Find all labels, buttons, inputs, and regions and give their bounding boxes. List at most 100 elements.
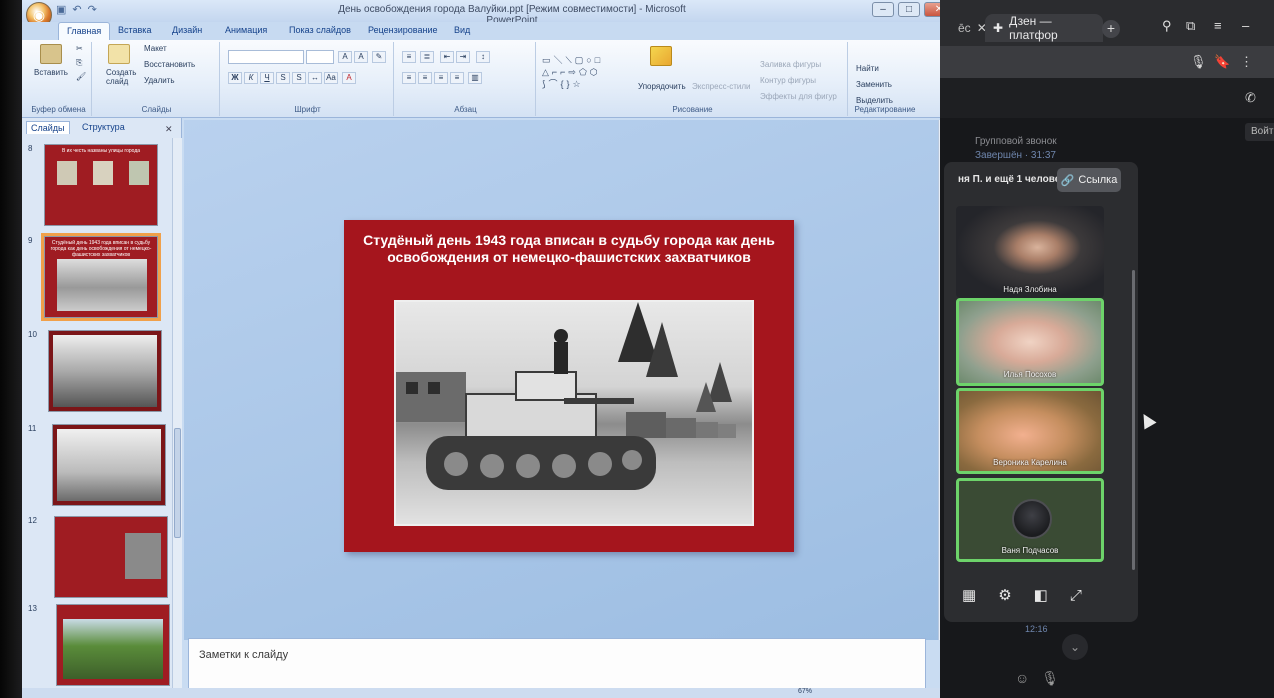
slide-title[interactable]: Студёный день 1943 года вписан в судьбу …: [356, 232, 782, 266]
new-tab-icon[interactable]: +: [1102, 20, 1120, 38]
font-name-combo[interactable]: [228, 50, 304, 64]
bullets-icon[interactable]: ≡: [402, 51, 416, 63]
tab-design[interactable]: Дизайн: [172, 25, 202, 35]
slide-thumbnail[interactable]: [52, 424, 166, 506]
decrease-indent-icon[interactable]: ⇤: [440, 51, 454, 63]
slide-thumbnail-selected[interactable]: Студёный день 1943 года вписан в судьбу …: [41, 233, 161, 321]
panel-tabs: Слайды Структура ✕: [22, 120, 182, 136]
align-right-icon[interactable]: ≡: [434, 72, 448, 84]
paste-button[interactable]: Вставить: [34, 68, 68, 77]
zoom-level[interactable]: 67%: [798, 688, 812, 695]
select-button[interactable]: Выделить: [856, 96, 893, 105]
extensions-icon[interactable]: ⧉: [1186, 18, 1195, 34]
arrange-button[interactable]: Упорядочить: [638, 82, 686, 91]
font-color-icon[interactable]: A: [342, 72, 356, 84]
numbering-icon[interactable]: ≣: [420, 51, 434, 63]
undo-icon[interactable]: ↶: [72, 3, 81, 16]
align-left-icon[interactable]: ≡: [402, 72, 416, 84]
find-button[interactable]: Найти: [856, 64, 879, 73]
tab-slideshow[interactable]: Показ слайдов: [289, 25, 351, 35]
copy-link-button[interactable]: 🔗 Ссылка: [1057, 168, 1121, 192]
clear-format-icon[interactable]: ✎: [372, 51, 386, 63]
line-spacing-icon[interactable]: ↕: [476, 51, 490, 63]
redo-icon[interactable]: ↷: [88, 3, 97, 16]
tab-home[interactable]: Главная: [58, 22, 111, 40]
menu-icon[interactable]: ≡: [1214, 18, 1222, 33]
notes-pane[interactable]: Заметки к слайду: [188, 638, 926, 692]
tab-view[interactable]: Вид: [454, 25, 470, 35]
more-icon[interactable]: ⋮: [1240, 54, 1253, 70]
reset-button[interactable]: Восстановить: [144, 60, 195, 69]
shape-outline-button[interactable]: Контур фигуры: [760, 76, 816, 85]
slide-editing-area[interactable]: Студёный день 1943 года вписан в судьбу …: [184, 120, 962, 640]
tab-animation[interactable]: Анимация: [225, 25, 267, 35]
format-painter-icon[interactable]: 🖌: [76, 72, 86, 81]
phone-icon[interactable]: ✆: [1245, 90, 1256, 106]
italic-icon[interactable]: К: [244, 72, 258, 84]
slide-thumbnail[interactable]: [56, 604, 170, 686]
tab-slides[interactable]: Слайды: [26, 121, 70, 134]
shrink-font-icon[interactable]: A: [354, 51, 368, 63]
emoji-icon[interactable]: ☺: [1015, 670, 1029, 687]
slide-thumbnail[interactable]: В их честь названы улицы города: [44, 144, 158, 226]
panel-scrollbar[interactable]: [172, 138, 182, 698]
new-slide-button[interactable]: Создать слайд: [106, 68, 146, 86]
minimize-icon[interactable]: –: [1242, 18, 1249, 33]
tab-review[interactable]: Рецензирование: [368, 25, 438, 35]
shape-fill-button[interactable]: Заливка фигуры: [760, 60, 821, 69]
settings-gear-icon[interactable]: ⚙: [998, 586, 1011, 604]
grow-font-icon[interactable]: A: [338, 51, 352, 63]
copy-icon[interactable]: ⎘: [76, 58, 82, 68]
font-size-combo[interactable]: [306, 50, 334, 64]
bold-icon[interactable]: Ж: [228, 72, 242, 84]
replace-button[interactable]: Заменить: [856, 80, 892, 89]
delete-button[interactable]: Удалить: [144, 76, 175, 85]
arrange-icon[interactable]: [650, 46, 672, 66]
paste-icon[interactable]: [40, 44, 62, 64]
login-button[interactable]: Войти: [1245, 123, 1274, 141]
participant-tile-speaking[interactable]: Ваня Подчасов: [956, 478, 1104, 562]
browser-tab[interactable]: ēс ✕: [950, 14, 990, 42]
scroll-down-icon[interactable]: ⌄: [1062, 634, 1088, 660]
bookmark-icon[interactable]: 🔖: [1214, 54, 1230, 70]
spacing-icon[interactable]: ↔: [308, 72, 322, 84]
shape-effects-button[interactable]: Эффекты для фигур: [760, 92, 837, 101]
shapes-gallery-icon[interactable]: ▭＼⟍▢○□ △⌐⌐⇨⬠⬡ ⟆⌒{}☆: [542, 54, 632, 98]
increase-indent-icon[interactable]: ⇥: [456, 51, 470, 63]
microphone-icon[interactable]: 🎙: [1190, 54, 1207, 70]
notes-placeholder[interactable]: Заметки к слайду: [199, 649, 288, 661]
underline-icon[interactable]: Ч: [260, 72, 274, 84]
current-slide[interactable]: Студёный день 1943 года вписан в судьбу …: [344, 220, 794, 552]
group-label: Шрифт: [294, 105, 321, 114]
screen-share-icon[interactable]: ◧: [1034, 586, 1048, 604]
scrollbar-thumb[interactable]: [174, 428, 181, 538]
tab-outline[interactable]: Структура: [82, 122, 125, 132]
participant-tile-speaking[interactable]: Илья Посохов: [956, 298, 1104, 386]
new-slide-icon[interactable]: [108, 44, 130, 64]
save-icon[interactable]: ▣: [56, 3, 66, 16]
shadow-icon[interactable]: S: [292, 72, 306, 84]
microphone-icon[interactable]: 🎙: [1041, 670, 1059, 687]
participant-tile[interactable]: Надя Злобина: [956, 206, 1104, 298]
participant-tile-speaking[interactable]: Вероника Карелина: [956, 388, 1104, 474]
justify-icon[interactable]: ≡: [450, 72, 464, 84]
call-scrollbar[interactable]: [1132, 270, 1135, 570]
align-center-icon[interactable]: ≡: [418, 72, 432, 84]
slide-thumbnail[interactable]: [48, 330, 162, 412]
fullscreen-icon[interactable]: ⤢: [1070, 587, 1082, 604]
tab-insert[interactable]: Вставка: [118, 25, 151, 35]
cut-icon[interactable]: ✂: [76, 44, 83, 53]
layout-button[interactable]: Макет: [144, 44, 167, 53]
profile-icon[interactable]: ⚲: [1162, 18, 1172, 34]
slide-thumbnail[interactable]: [54, 516, 168, 598]
close-panel-icon[interactable]: ✕: [165, 124, 173, 135]
maximize-button[interactable]: □: [898, 2, 920, 17]
quick-styles-button[interactable]: Экспресс-стили: [692, 82, 751, 91]
columns-icon[interactable]: ▥: [468, 72, 482, 84]
case-icon[interactable]: Aa: [324, 72, 338, 84]
grid-view-icon[interactable]: ▦: [962, 586, 976, 604]
strike-icon[interactable]: S: [276, 72, 290, 84]
browser-tab-active[interactable]: ✚ Дзен — платфор: [985, 14, 1103, 42]
tank-column-photo[interactable]: [394, 300, 754, 526]
minimize-button[interactable]: –: [872, 2, 894, 17]
